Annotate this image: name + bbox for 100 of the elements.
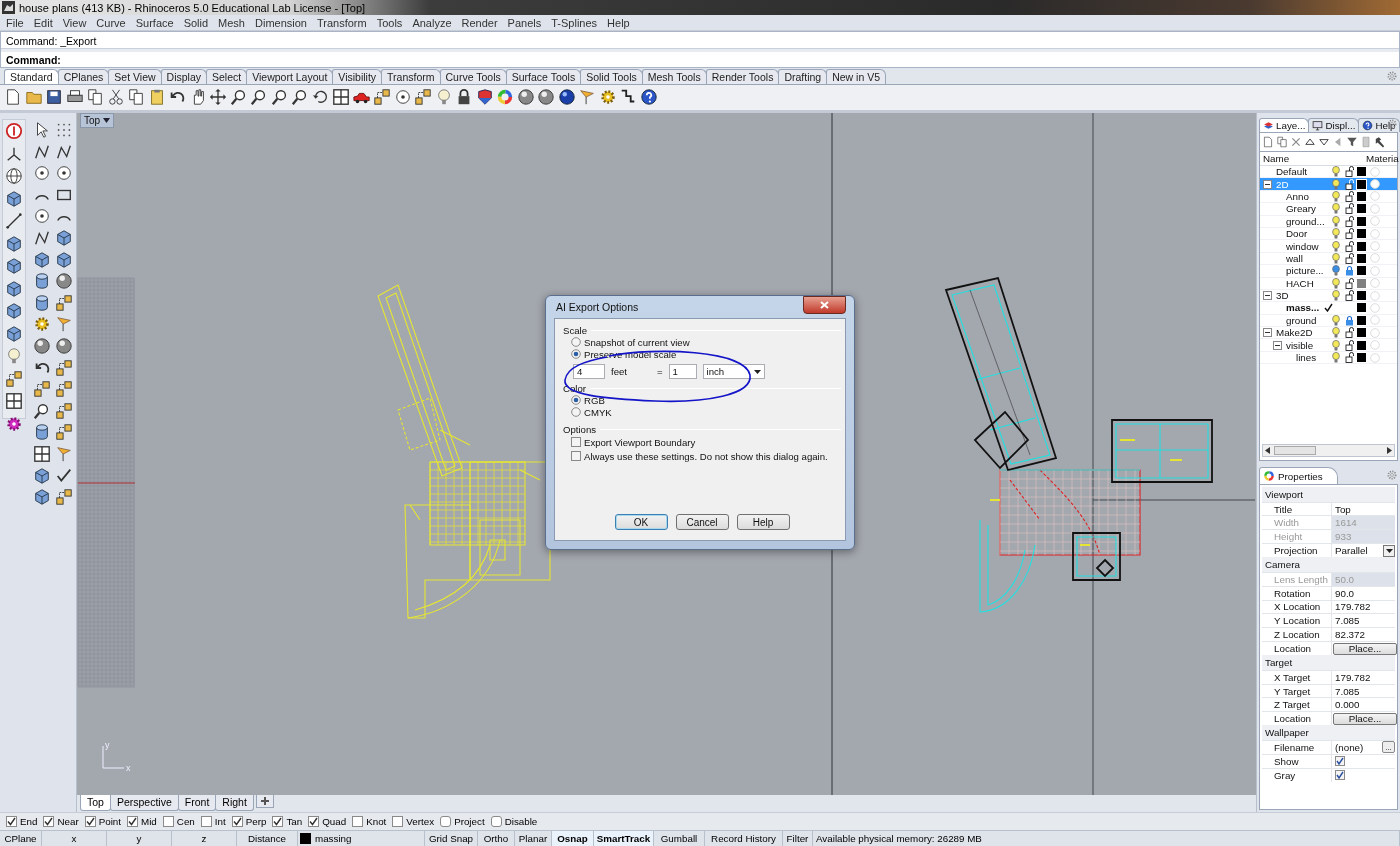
checkbox[interactable]	[43, 816, 55, 827]
status-toggle[interactable]: Ortho	[478, 831, 515, 846]
checkbox-label[interactable]: Disable	[504, 816, 538, 827]
shapes-icon[interactable]	[414, 88, 432, 106]
menu-item[interactable]: Surface	[130, 16, 179, 29]
sphere-icon[interactable]	[33, 336, 51, 355]
checkbox[interactable]	[490, 816, 502, 827]
toolbar-tab[interactable]: Select	[206, 69, 248, 84]
property-value[interactable]: 90.0	[1332, 586, 1395, 600]
layer-name[interactable]: window	[1286, 240, 1319, 252]
cube-icon[interactable]	[5, 279, 23, 298]
lightbulb-icon[interactable]	[1332, 166, 1340, 178]
shapes-icon[interactable]	[33, 380, 51, 399]
radio-button[interactable]	[571, 349, 581, 359]
toolbar-tab[interactable]: Display	[160, 69, 207, 84]
layer-row[interactable]: 3D	[1260, 289, 1397, 303]
layer-name[interactable]: massing	[315, 833, 352, 844]
cube-icon[interactable]	[55, 250, 73, 269]
property-value[interactable]: 82.372	[1332, 628, 1395, 642]
menu-item[interactable]: Transform	[311, 16, 372, 29]
pages-icon[interactable]	[1276, 136, 1288, 148]
toolbar-tab[interactable]: Render Tools	[705, 69, 780, 84]
checkbox[interactable]	[272, 816, 284, 827]
layer-row[interactable]: lines	[1260, 351, 1397, 365]
checkbox[interactable]	[571, 451, 581, 461]
shield-icon[interactable]	[475, 88, 494, 106]
collapse-icon[interactable]	[1263, 291, 1272, 301]
shapes-icon[interactable]	[55, 423, 73, 442]
checkbox[interactable]	[352, 816, 364, 827]
menu-item[interactable]: Dimension	[250, 16, 312, 29]
unit-dropdown[interactable]: inch	[702, 364, 765, 379]
scissors-icon[interactable]	[106, 88, 125, 106]
viewport-title[interactable]: Top	[80, 113, 115, 128]
magnifier-icon[interactable]	[270, 88, 289, 106]
four-arrows-icon[interactable]	[209, 88, 227, 106]
viewport-tab[interactable]: Front	[177, 795, 217, 811]
menu-item[interactable]: Mesh	[213, 16, 250, 29]
sphere-icon[interactable]	[55, 272, 73, 291]
layer-name[interactable]: Make2D	[1276, 327, 1313, 339]
gear-icon[interactable]	[598, 88, 617, 106]
lock-icon[interactable]	[1345, 166, 1354, 178]
close-button[interactable]	[803, 296, 846, 314]
cube-icon[interactable]	[5, 324, 23, 343]
gear-icon[interactable]	[33, 315, 51, 334]
gear-icon[interactable]	[5, 414, 23, 433]
magnifier-icon[interactable]	[33, 401, 51, 420]
checkbox-label[interactable]: Near	[57, 816, 79, 827]
layer-row[interactable]: visible	[1260, 339, 1397, 352]
viewport-tab[interactable]: Perspective	[109, 795, 179, 811]
layer-name[interactable]: Greary	[1286, 203, 1316, 215]
shapes-icon[interactable]	[55, 488, 73, 507]
checkbox[interactable]	[571, 437, 581, 447]
lock-icon[interactable]	[1345, 352, 1354, 364]
layer-row[interactable]: mass...	[1260, 302, 1397, 315]
color-swatch[interactable]	[1357, 253, 1366, 263]
shapes-icon[interactable]	[55, 401, 73, 420]
color-swatch[interactable]	[1357, 167, 1366, 177]
layer-row[interactable]: Make2D	[1260, 327, 1397, 340]
help-icon[interactable]	[639, 88, 658, 106]
cube-icon[interactable]	[5, 234, 23, 253]
toolbar-tab[interactable]: Set View	[108, 69, 162, 84]
magnifier-icon[interactable]	[291, 88, 309, 106]
color-swatch[interactable]	[1357, 179, 1366, 189]
page-icon[interactable]	[4, 88, 22, 106]
lock-icon[interactable]	[1345, 240, 1354, 252]
radio-button[interactable]	[571, 407, 581, 417]
menu-item[interactable]: Analyze	[407, 16, 457, 29]
dialog-button[interactable]: OK	[614, 514, 668, 530]
checkbox[interactable]	[440, 816, 452, 827]
cylinder-icon[interactable]	[33, 272, 51, 291]
cube-icon[interactable]	[5, 302, 23, 320]
layer-row[interactable]: Anno	[1260, 190, 1397, 204]
caret-icon[interactable]	[1385, 548, 1393, 553]
layer-name[interactable]: wall	[1286, 252, 1303, 264]
add-viewport-button[interactable]	[255, 795, 274, 808]
layer-name[interactable]: mass...	[1286, 302, 1320, 314]
status-toggle[interactable]: SmartTrack	[594, 831, 654, 846]
lock-icon[interactable]	[1345, 215, 1354, 227]
checkbox[interactable]	[392, 816, 404, 827]
property-dropdown[interactable]: Parallel	[1332, 544, 1395, 558]
lightbulb-icon[interactable]	[1332, 178, 1340, 190]
panel-tab[interactable]: Properties	[1259, 467, 1338, 484]
bulb-icon[interactable]	[5, 347, 23, 365]
status-toggle[interactable]: Grid Snap	[425, 831, 478, 846]
color-swatch[interactable]	[1357, 229, 1366, 239]
cross-icon[interactable]	[1290, 136, 1302, 148]
globe-icon[interactable]	[5, 167, 23, 185]
layer-name[interactable]: ground...	[1286, 215, 1325, 227]
checkbox-label[interactable]: Vertex	[406, 816, 435, 827]
toolbar-tab[interactable]: Curve Tools	[439, 69, 507, 84]
dot-grid-icon[interactable]	[55, 121, 73, 139]
layer-row[interactable]: Door	[1260, 227, 1397, 241]
lock-icon[interactable]	[1345, 190, 1354, 202]
panel-tab[interactable]: Displ...	[1308, 118, 1360, 132]
color-swatch[interactable]	[1357, 340, 1366, 350]
layer-name[interactable]: visible	[1286, 339, 1314, 351]
checkbox[interactable]	[308, 816, 320, 827]
checkbox[interactable]	[1335, 756, 1345, 767]
status-toggle[interactable]: Osnap	[552, 831, 594, 846]
lightbulb-icon[interactable]	[1332, 352, 1340, 364]
